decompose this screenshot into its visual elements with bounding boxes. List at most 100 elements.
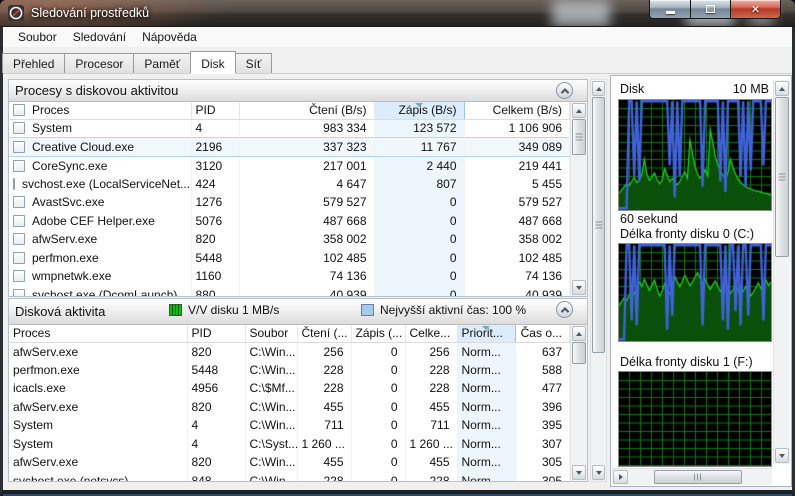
write-value: 0 [351, 471, 406, 481]
column-header-zapis[interactable]: Zápis (... [351, 325, 406, 343]
process-checkbox[interactable] [13, 251, 25, 264]
menu-item[interactable]: Sledování [65, 28, 134, 46]
section-title: Disková aktivita [15, 304, 106, 319]
process-checkbox[interactable] [13, 288, 25, 296]
column-header-cteni[interactable]: Čtení (... [297, 325, 352, 343]
column-header-proces[interactable]: Proces [9, 325, 188, 343]
table-row[interactable]: CoreSync.exe 3120 217 001 2 440 219 441 [9, 156, 570, 175]
column-header-soubor[interactable]: Soubor [245, 325, 298, 343]
response-time-value: 395 [515, 416, 570, 435]
table-row[interactable]: perfmon.exe 5448 102 485 0 102 485 [9, 248, 570, 267]
process-table-body: System 4 983 334 123 572 1 106 906 Creat… [9, 119, 570, 296]
write-bps-value: 0 [374, 285, 465, 296]
chart-scale-label: 10 MB [732, 82, 769, 96]
background-reflection [552, 0, 610, 26]
file-path: C:\Win... [245, 416, 298, 435]
scroll-up-button[interactable] [572, 103, 586, 118]
pid-value: 5076 [191, 211, 240, 230]
section-title: Procesy s diskovou aktivitou [15, 83, 179, 98]
title-bar[interactable]: Sledování prostředků ✕ [0, 0, 795, 27]
scroll-right-button[interactable] [613, 470, 628, 484]
priority-value: Norm... [457, 453, 516, 472]
table-row[interactable]: afwServ.exe 820 C:\Win... 455 0 455 Norm… [9, 397, 570, 416]
process-checkbox[interactable] [13, 233, 25, 246]
scrollbar-thumb[interactable] [572, 119, 586, 155]
column-header-pid[interactable]: PID [191, 102, 240, 120]
write-value: 0 [351, 397, 406, 416]
tab[interactable]: Paměť [133, 53, 192, 73]
total-bps-value: 1 106 906 [464, 119, 570, 138]
process-checkbox[interactable] [13, 122, 25, 135]
content-area: Procesy s diskovou aktivitou Proces PID … [3, 74, 792, 490]
table-row[interactable]: afwServ.exe 820 C:\Win... 256 0 256 Norm… [9, 342, 570, 361]
table-row[interactable]: perfmon.exe 5448 C:\Win... 228 0 228 Nor… [9, 360, 570, 379]
scrollbar-thumb[interactable] [592, 97, 605, 353]
table-row[interactable]: Creative Cloud.exe 2196 337 323 11 767 3… [9, 137, 570, 157]
column-header-proces[interactable]: Proces [9, 102, 192, 120]
table-row[interactable]: svchost.exe (LocalServiceNet... 424 4 64… [9, 174, 570, 193]
scroll-down-icon [779, 453, 785, 458]
process-table-scrollbar[interactable] [570, 102, 587, 296]
read-bps-value: 74 136 [239, 267, 375, 286]
table-row[interactable]: svchost.exe (netsvcs) 848 C:\Win... 228 … [9, 471, 570, 481]
table-row[interactable]: afwServ.exe 820 C:\Win... 455 0 455 Norm… [9, 453, 570, 472]
tab[interactable]: Síť [234, 53, 273, 73]
scrollbar-thumb[interactable] [775, 97, 789, 257]
pid-value: 5448 [191, 248, 240, 267]
column-header-zapis[interactable]: Zápis (B/s) [373, 102, 465, 120]
scrollbar-thumb[interactable] [572, 342, 586, 364]
table-row[interactable]: AvastSvc.exe 1276 579 527 0 579 527 [9, 193, 570, 212]
column-header-cas[interactable]: Čas o... [515, 325, 570, 343]
column-header-pid[interactable]: PID [187, 325, 246, 343]
process-checkbox[interactable] [13, 159, 25, 172]
close-button[interactable]: ✕ [731, 0, 781, 19]
tab[interactable]: Disk [190, 51, 236, 74]
select-all-checkbox[interactable] [13, 104, 25, 117]
column-header-celkem[interactable]: Celke... [405, 325, 458, 343]
table-row[interactable]: System 4 C:\Win... 711 0 711 Norm... 395 [9, 416, 570, 435]
tab[interactable]: Přehled [2, 53, 66, 73]
process-checkbox[interactable] [13, 214, 25, 227]
table-row[interactable]: System 4 C:\Syst... 1 260 ... 0 1 260 ..… [9, 434, 570, 453]
table-row[interactable]: System 4 983 334 123 572 1 106 906 [9, 119, 570, 138]
menu-item[interactable]: Nápověda [134, 28, 205, 46]
column-header-priorita[interactable]: Priorit... [456, 325, 516, 343]
table-row[interactable]: afwServ.exe 820 358 002 0 358 002 [9, 230, 570, 249]
scroll-up-button[interactable] [775, 81, 789, 96]
write-bps-value: 11 767 [374, 137, 465, 157]
left-pane-scrollbar[interactable] [590, 79, 607, 482]
scroll-down-button[interactable] [572, 280, 586, 295]
process-name: wmpnetwk.exe [32, 269, 112, 284]
collapse-section-button[interactable] [556, 301, 573, 318]
scroll-down-button[interactable] [775, 448, 789, 463]
process-checkbox[interactable] [13, 196, 25, 209]
disk-activity-table-scrollbar[interactable] [570, 325, 587, 481]
resource-monitor-window: Sledování prostředků ✕ Soubor Sledování Ná… [0, 0, 795, 496]
tab[interactable]: Procesor [64, 53, 135, 73]
minimize-button[interactable] [649, 0, 691, 19]
response-time-value: 588 [515, 360, 570, 379]
scroll-down-button[interactable] [592, 465, 605, 480]
section-header: Disková aktivita V/V disku 1 MB/s Nejvyš… [9, 299, 587, 325]
collapse-section-button[interactable] [556, 82, 573, 99]
write-bps-value: 0 [374, 267, 465, 286]
charts-panel-scrollbar[interactable] [773, 80, 790, 464]
table-row[interactable]: Adobe CEF Helper.exe 5076 487 668 0 487 … [9, 211, 570, 230]
restore-button[interactable] [691, 0, 731, 19]
scroll-down-button[interactable] [572, 465, 586, 480]
charts-panel-hscrollbar[interactable] [612, 468, 772, 485]
menu-item[interactable]: Soubor [10, 28, 65, 46]
process-checkbox[interactable] [13, 177, 15, 190]
chevron-up-icon [560, 306, 569, 316]
table-row[interactable]: svchost.exe (DcomLaunch) 880 40 939 0 40… [9, 285, 570, 296]
process-checkbox[interactable] [13, 140, 25, 153]
column-header-cteni[interactable]: Čtení (B/s) [239, 102, 375, 120]
write-bps-value: 0 [374, 248, 465, 267]
column-header-celkem[interactable]: Celkem (B/s) [464, 102, 570, 120]
table-row[interactable]: icacls.exe 4956 C:\$Mf... 228 0 228 Norm… [9, 379, 570, 398]
scrollbar-thumb[interactable] [654, 470, 742, 484]
scroll-up-button[interactable] [572, 326, 586, 341]
scroll-up-button[interactable] [592, 81, 605, 96]
process-checkbox[interactable] [13, 270, 25, 283]
table-row[interactable]: wmpnetwk.exe 1160 74 136 0 74 136 [9, 267, 570, 286]
